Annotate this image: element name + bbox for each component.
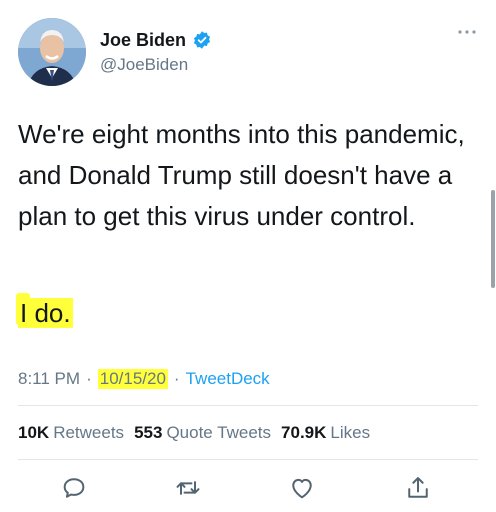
share-icon[interactable]: [404, 474, 432, 502]
like-icon[interactable]: [288, 474, 316, 502]
name-row: Joe Biden: [100, 29, 212, 51]
meta-separator: ·: [86, 369, 92, 388]
author-info: Joe Biden @JoeBiden: [100, 29, 212, 75]
tweet-meta: 8:11 PM · 10/15/20 · TweetDeck: [18, 366, 270, 392]
tweet-text: We're eight months into this pandemic, a…: [18, 119, 465, 231]
reply-icon[interactable]: [60, 474, 88, 502]
tweet-card: Joe Biden @JoeBiden We're eight months i…: [0, 0, 496, 512]
scrollbar[interactable]: [491, 190, 495, 288]
tweet-text-line2: I do.: [18, 295, 73, 331]
tweet-stats: 10K Retweets 553 Quote Tweets 70.9K Like…: [18, 421, 380, 445]
retweets-label: Retweets: [53, 423, 125, 442]
highlighted-text: I do.: [18, 298, 73, 328]
retweets-count: 10K: [18, 423, 50, 442]
avatar-image: [18, 18, 86, 86]
tweet-time[interactable]: 8:11 PM: [18, 369, 80, 389]
verified-badge-icon: [192, 30, 212, 50]
quote-tweets-stat[interactable]: 553 Quote Tweets: [134, 423, 271, 443]
retweet-icon[interactable]: [174, 474, 202, 502]
quote-tweets-count: 553: [134, 423, 163, 442]
meta-separator-2: ·: [173, 369, 180, 388]
tweet-header: Joe Biden @JoeBiden: [18, 18, 478, 86]
author-handle[interactable]: @JoeBiden: [100, 55, 212, 75]
tweet-source-link[interactable]: TweetDeck: [186, 369, 270, 389]
quote-tweets-label: Quote Tweets: [166, 423, 272, 442]
likes-count: 70.9K: [281, 423, 327, 442]
divider-2: [18, 459, 478, 460]
more-options-icon[interactable]: [456, 24, 478, 34]
author-name[interactable]: Joe Biden: [100, 30, 186, 51]
divider: [18, 405, 478, 406]
tweet-date[interactable]: 10/15/20: [97, 369, 168, 389]
action-bar: [0, 470, 496, 506]
likes-label: Likes: [330, 423, 371, 442]
likes-stat[interactable]: 70.9K Likes: [281, 423, 370, 443]
avatar[interactable]: [18, 18, 86, 86]
retweets-stat[interactable]: 10K Retweets: [18, 423, 124, 443]
